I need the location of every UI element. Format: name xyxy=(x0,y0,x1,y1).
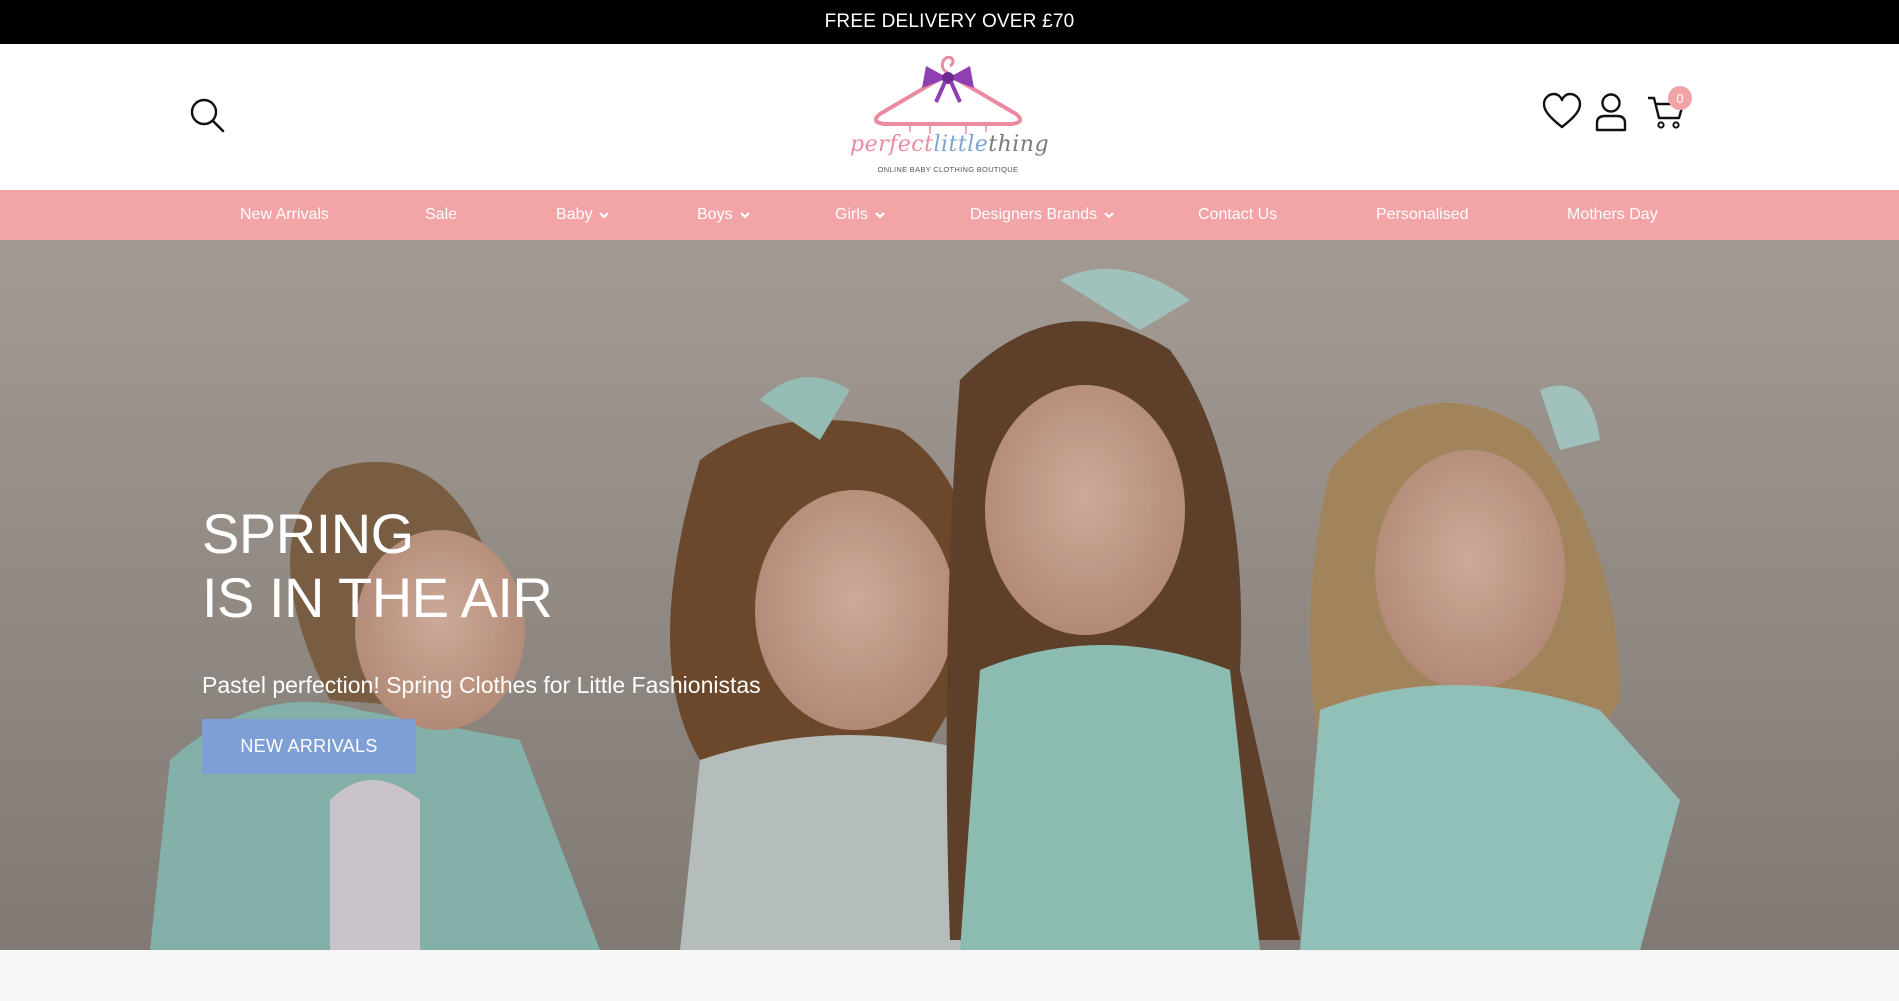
search-icon[interactable] xyxy=(188,96,228,136)
site-header: perfectlittlething ONLINE BABY CLOTHING … xyxy=(0,44,1899,190)
site-logo[interactable]: perfectlittlething ONLINE BABY CLOTHING … xyxy=(850,52,1050,182)
nav-item-girls[interactable]: Girls xyxy=(835,190,885,240)
logo-wordmark: perfectlittlething xyxy=(850,132,1050,157)
hanger-bow-icon xyxy=(873,55,1023,134)
promo-text: FREE DELIVERY OVER £70 xyxy=(824,11,1075,32)
new-arrivals-button[interactable]: NEW ARRIVALS xyxy=(202,719,416,774)
hero-title-line-2: IS IN THE AIR xyxy=(202,566,553,629)
nav-item-new-arrivals[interactable]: New Arrivals xyxy=(240,190,329,240)
nav-item-designers-brands[interactable]: Designers Brands xyxy=(970,190,1114,240)
main-nav: New Arrivals Sale Baby Boys Girls Design… xyxy=(0,190,1899,240)
nav-item-boys[interactable]: Boys xyxy=(697,190,750,240)
hero-banner: SPRING IS IN THE AIR Pastel perfection! … xyxy=(0,240,1899,950)
promo-bar: FREE DELIVERY OVER £70 xyxy=(0,0,1899,44)
user-icon[interactable] xyxy=(1591,92,1631,132)
hero-title-line-1: SPRING xyxy=(202,502,414,565)
heart-icon[interactable] xyxy=(1542,92,1582,132)
cart-count-badge: 0 xyxy=(1668,86,1692,110)
content-section xyxy=(0,950,1899,1001)
logo-tagline: ONLINE BABY CLOTHING BOUTIQUE xyxy=(877,165,1019,174)
nav-item-baby[interactable]: Baby xyxy=(556,190,610,240)
chevron-down-icon xyxy=(739,212,750,219)
nav-item-mothers-day[interactable]: Mothers Day xyxy=(1567,190,1658,240)
chevron-down-icon xyxy=(599,212,610,219)
chevron-down-icon xyxy=(875,212,885,219)
chevron-down-icon xyxy=(1104,212,1114,219)
nav-item-personalised[interactable]: Personalised xyxy=(1376,190,1469,240)
nav-item-contact-us[interactable]: Contact Us xyxy=(1198,190,1277,240)
hero-title: SPRING IS IN THE AIR xyxy=(202,502,553,630)
nav-item-sale[interactable]: Sale xyxy=(425,190,457,240)
hero-subtitle: Pastel perfection! Spring Clothes for Li… xyxy=(202,672,761,698)
